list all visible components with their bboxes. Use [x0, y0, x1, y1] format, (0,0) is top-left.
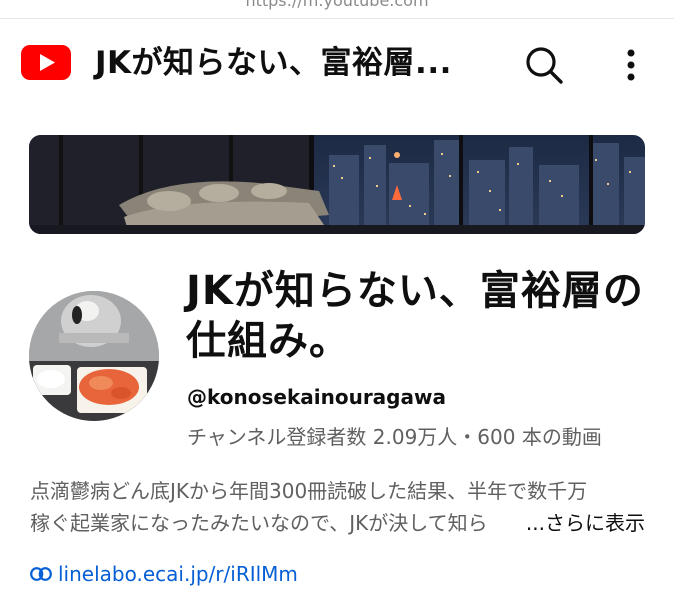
app-header: JKが知らない、富裕層...	[0, 19, 674, 107]
link-icon	[30, 567, 52, 581]
channel-handle: @konosekainouragawa	[187, 385, 446, 409]
channel-name: JKが知らない、富裕層の仕組み。	[186, 268, 644, 364]
description-line-1: 点滴鬱病どん底JKから年間300冊読破した結果、半年で数千万	[30, 479, 588, 503]
more-vert-icon[interactable]	[614, 43, 648, 87]
youtube-logo-icon[interactable]	[21, 45, 71, 80]
description-line-2-wrap: 稼ぐ起業家になったみたいなので、JKが決して知ら ...さらに表示	[30, 507, 645, 539]
channel-description[interactable]: 点滴鬱病どん底JKから年間300冊読破した結果、半年で数千万 稼ぐ起業家になった…	[30, 475, 645, 539]
channel-banner	[29, 135, 645, 234]
url-text: https://m.youtube.com	[245, 0, 429, 10]
channel-stats: チャンネル登録者数 2.09万人・600 本の動画	[187, 425, 602, 449]
browser-url-bar[interactable]: https://m.youtube.com	[0, 0, 674, 19]
app-header-title: JKが知らない、富裕層...	[95, 45, 452, 81]
channel-avatar[interactable]	[29, 291, 159, 421]
description-line-2: 稼ぐ起業家になったみたいなので、JKが決して知ら	[30, 511, 488, 535]
show-more-button[interactable]: ...さらに表示	[523, 507, 645, 539]
search-icon[interactable]	[522, 43, 566, 87]
channel-link[interactable]: linelabo.ecai.jp/r/iRIlMm	[30, 562, 298, 586]
channel-link-text: linelabo.ecai.jp/r/iRIlMm	[58, 562, 298, 586]
night-city-banner-image	[29, 135, 645, 234]
avatar-image	[29, 291, 159, 421]
